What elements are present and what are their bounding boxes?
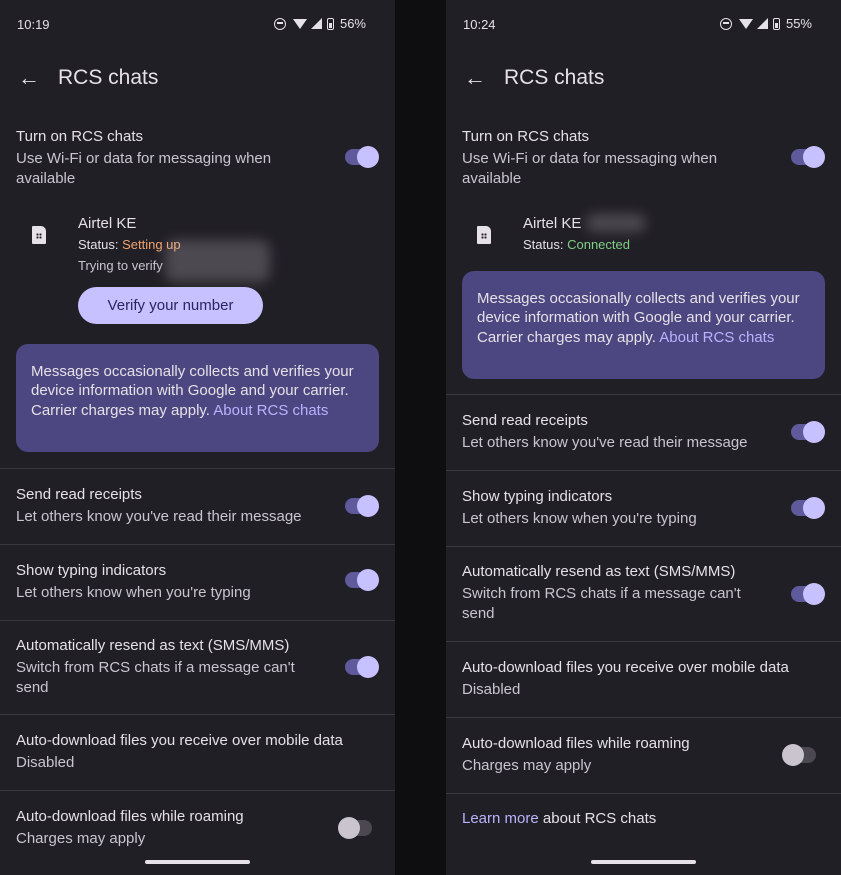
- gesture-navigation-bar[interactable]: [591, 860, 696, 864]
- left-screenshot: 10:19 56% ← RCS chats Turn on RCS chats …: [0, 0, 395, 875]
- resend-as-text-toggle[interactable]: [791, 583, 825, 605]
- divider: [446, 793, 841, 794]
- setting-title: Auto-download files while roaming: [462, 735, 690, 752]
- setting-title: Auto-download files you receive over mob…: [16, 732, 343, 749]
- setting-title: Show typing indicators: [16, 562, 167, 579]
- setting-subtitle: Disabled: [16, 754, 75, 771]
- battery-icon: [772, 17, 780, 30]
- status-bar: 10:24 55%: [446, 0, 841, 48]
- wifi-icon: [738, 18, 753, 29]
- setting-subtitle: Let others know you've read their messag…: [16, 508, 302, 525]
- setting-row[interactable]: Auto-download files you receive over mob…: [446, 642, 841, 717]
- status-icons: 55%: [719, 16, 812, 31]
- do-not-disturb-icon: [719, 17, 732, 30]
- setting-title: Auto-download files while roaming: [16, 808, 244, 825]
- setting-subtitle: Disabled: [462, 681, 521, 698]
- resend-as-text-toggle[interactable]: [345, 656, 379, 678]
- page-title: RCS chats: [504, 66, 605, 89]
- battery-icon: [326, 17, 334, 30]
- setting-subtitle: Switch from RCS chats if a message can't…: [16, 659, 295, 696]
- roaming-download-toggle[interactable]: [782, 744, 816, 766]
- learn-more-row: Learn more about RCS chats: [462, 810, 656, 827]
- turn-on-rcs-row[interactable]: Turn on RCS chats Use Wi-Fi or data for …: [0, 124, 395, 194]
- turn-on-rcs-toggle[interactable]: [345, 146, 379, 168]
- about-rcs-link[interactable]: About RCS chats: [213, 402, 328, 419]
- battery-percent: 55%: [785, 16, 812, 31]
- setting-title: Automatically resend as text (SMS/MMS): [462, 563, 736, 580]
- setting-row[interactable]: Auto-download files while roaming Charge…: [0, 791, 395, 861]
- verification-status: Trying to verify: [78, 258, 163, 273]
- setting-subtitle: Let others know when you're typing: [16, 584, 251, 601]
- gesture-navigation-bar[interactable]: [145, 860, 250, 864]
- setting-subtitle: Use Wi-Fi or data for messaging when ava…: [462, 150, 718, 187]
- turn-on-rcs-toggle[interactable]: [791, 146, 825, 168]
- redacted-phone-number: [586, 214, 646, 232]
- do-not-disturb-icon: [273, 17, 286, 30]
- battery-percent: 56%: [339, 16, 366, 31]
- learn-more-link[interactable]: Learn more: [462, 810, 539, 827]
- signal-icon: [310, 18, 322, 29]
- setting-row[interactable]: Show typing indicators Let others know w…: [0, 545, 395, 620]
- read-receipts-toggle[interactable]: [345, 495, 379, 517]
- setting-title: Send read receipts: [16, 486, 142, 503]
- status-icons: 56%: [273, 16, 366, 31]
- page-title: RCS chats: [58, 66, 159, 89]
- about-rcs-link[interactable]: About RCS chats: [659, 329, 774, 346]
- setting-subtitle: Charges may apply: [462, 757, 592, 774]
- setting-subtitle: Switch from RCS chats if a message can't…: [462, 585, 741, 622]
- setting-title: Auto-download files you receive over mob…: [462, 659, 789, 676]
- setting-subtitle: Charges may apply: [16, 830, 146, 847]
- setting-row[interactable]: Automatically resend as text (SMS/MMS) S…: [0, 621, 395, 714]
- learn-more-text: about RCS chats: [538, 810, 657, 827]
- carrier-name: Airtel KE: [78, 215, 137, 232]
- sim-status: Status: Connected: [523, 237, 630, 252]
- setting-title: Automatically resend as text (SMS/MMS): [16, 637, 290, 654]
- status-time: 10:24: [463, 17, 496, 32]
- info-card: Messages occasionally collects and verif…: [16, 344, 379, 452]
- setting-subtitle: Let others know you've read their messag…: [462, 434, 748, 451]
- typing-indicators-toggle[interactable]: [345, 569, 379, 591]
- status-label: Status:: [523, 237, 564, 252]
- sim-card-icon: [477, 226, 491, 244]
- setting-row[interactable]: Send read receipts Let others know you'v…: [0, 469, 395, 544]
- back-arrow-icon[interactable]: ←: [18, 64, 40, 92]
- turn-on-rcs-row[interactable]: Turn on RCS chats Use Wi-Fi or data for …: [446, 124, 841, 194]
- setting-title: Turn on RCS chats: [462, 128, 589, 145]
- status-label: Status:: [78, 237, 119, 252]
- typing-indicators-toggle[interactable]: [791, 497, 825, 519]
- setting-subtitle: Let others know when you're typing: [462, 510, 697, 527]
- back-arrow-icon[interactable]: ←: [464, 64, 486, 92]
- setting-row[interactable]: Automatically resend as text (SMS/MMS) S…: [446, 547, 841, 641]
- status-time: 10:19: [17, 17, 50, 32]
- redacted-phone-number: [165, 240, 270, 282]
- setting-subtitle: Use Wi-Fi or data for messaging when ava…: [16, 150, 272, 187]
- setting-row[interactable]: Show typing indicators Let others know w…: [446, 471, 841, 546]
- status-bar: 10:19 56%: [0, 0, 395, 48]
- signal-icon: [756, 18, 768, 29]
- setting-title: Send read receipts: [462, 412, 588, 429]
- status-value: Connected: [567, 237, 630, 252]
- setting-title: Show typing indicators: [462, 488, 613, 505]
- roaming-download-toggle[interactable]: [338, 817, 372, 839]
- sim-card-icon: [32, 226, 46, 244]
- right-screenshot: 10:24 55% ← RCS chats Turn on RCS chats …: [446, 0, 841, 875]
- read-receipts-toggle[interactable]: [791, 421, 825, 443]
- info-card: Messages occasionally collects and verif…: [462, 271, 825, 379]
- setting-title: Turn on RCS chats: [16, 128, 143, 145]
- setting-row[interactable]: Auto-download files you receive over mob…: [0, 715, 395, 790]
- wifi-icon: [292, 18, 307, 29]
- carrier-name: Airtel KE: [523, 215, 582, 232]
- verify-number-button[interactable]: Verify your number: [78, 287, 263, 324]
- setting-row[interactable]: Send read receipts Let others know you'v…: [446, 395, 841, 470]
- setting-row[interactable]: Auto-download files while roaming Charge…: [446, 718, 841, 793]
